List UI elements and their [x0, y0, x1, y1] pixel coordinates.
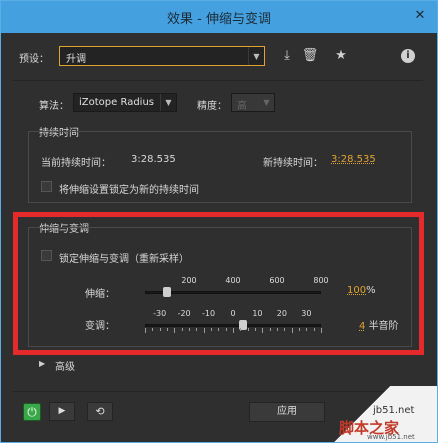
lock-duration-label: 将伸缩设置锁定为新的持续时间 — [59, 185, 199, 196]
window-title: 效果 - 伸缩与变调 — [167, 12, 271, 27]
chevron-down-icon: ▼ — [160, 94, 176, 111]
play-button[interactable]: ▶ — [49, 402, 75, 421]
loop-icon: ⟲ — [95, 405, 105, 418]
chevron-down-icon: ▼ — [258, 94, 274, 111]
new-duration-label: 新持续时间： — [263, 158, 323, 169]
lock-duration-checkbox[interactable] — [41, 181, 52, 192]
close-icon[interactable]: ✕ — [411, 7, 429, 25]
highlight-box — [13, 212, 424, 355]
precision-label: 精度： — [197, 101, 227, 112]
algorithm-value: iZotope Radius — [79, 97, 154, 108]
play-icon: ▶ — [58, 406, 66, 416]
star-icon[interactable]: ★ — [332, 47, 350, 65]
chevron-down-icon: ▼ — [248, 47, 264, 65]
divider — [13, 80, 423, 81]
algorithm-label: 算法： — [39, 101, 69, 112]
advanced-label[interactable]: 高级 — [55, 358, 75, 373]
expand-triangle-icon[interactable]: ▶ — [39, 359, 45, 368]
save-preset-icon[interactable]: ⤓ — [278, 47, 296, 65]
trash-icon[interactable]: 🗑 — [301, 47, 319, 65]
current-duration-label: 当前持续时间： — [41, 158, 111, 169]
loop-button[interactable]: ⟲ — [87, 402, 113, 421]
preset-dropdown[interactable]: 升调 ▼ — [59, 46, 265, 66]
power-icon[interactable]: ⏻ — [23, 403, 41, 421]
precision-value: 高 — [237, 101, 247, 112]
new-duration-value[interactable]: 3:28.535 — [331, 154, 376, 165]
watermark-site: jb51.net — [373, 405, 415, 416]
watermark-url: www.jb51.net — [367, 433, 415, 441]
title-bar: 效果 - 伸缩与变调 ✕ — [1, 1, 437, 33]
algorithm-dropdown[interactable]: iZotope Radius ▼ — [73, 93, 177, 112]
effect-window: 效果 - 伸缩与变调 ✕ 预设： 升调 ▼ ⤓ 🗑 ★ i 算法： iZotop… — [0, 0, 438, 443]
preset-label: 预设： — [19, 54, 49, 65]
info-icon[interactable]: i — [401, 49, 415, 63]
current-duration-value: 3:28.535 — [131, 154, 176, 165]
precision-dropdown[interactable]: 高 ▼ — [231, 93, 275, 112]
duration-group: 当前持续时间： 3:28.535 新持续时间： 3:28.535 将伸缩设置锁定… — [28, 131, 412, 203]
preset-value: 升调 — [66, 54, 86, 65]
